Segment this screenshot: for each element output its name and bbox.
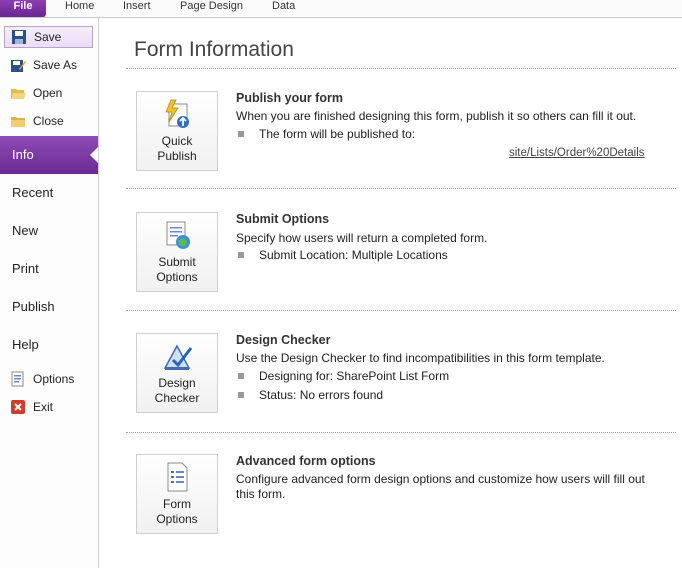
save-as-command[interactable]: Save As: [4, 54, 92, 76]
save-as-label: Save As: [33, 58, 78, 72]
design-checker-label-2: Checker: [154, 391, 200, 405]
tab-data[interactable]: Data: [272, 0, 295, 17]
publish-heading: Publish your form: [236, 91, 343, 105]
nav-tab-help[interactable]: Help: [0, 326, 98, 364]
save-label: Save: [34, 30, 62, 44]
design-checker-heading: Design Checker: [236, 333, 331, 347]
tab-file[interactable]: File: [0, 0, 46, 17]
submit-options-label-2: Options: [156, 270, 198, 284]
nav-tab-info[interactable]: Info: [0, 136, 98, 174]
submit-options-icon: [161, 219, 193, 251]
open-command[interactable]: Open: [4, 82, 92, 104]
publish-bullet-text: The form will be published to:: [259, 127, 416, 141]
options-icon: [10, 371, 26, 387]
status-bullet: Status: No errors found: [238, 388, 383, 402]
divider: [126, 68, 676, 69]
publish-location-url: site/Lists/Order%20Details: [509, 147, 645, 159]
publish-bullet: The form will be published to:: [238, 127, 415, 141]
publish-description: When you are finished designing this for…: [236, 109, 637, 123]
folder-open-icon: [10, 85, 26, 101]
ribbon-tab-bar: File Home Insert Page Design Data: [0, 0, 682, 18]
design-checker-button[interactable]: Design Checker: [136, 333, 218, 413]
submit-options-button[interactable]: Submit Options: [136, 212, 218, 292]
open-label: Open: [33, 86, 63, 100]
submit-options-heading: Submit Options: [236, 212, 330, 226]
save-command[interactable]: Save: [4, 26, 93, 48]
page-title: Form Information: [134, 38, 294, 61]
nav-tab-recent[interactable]: Recent: [0, 174, 98, 212]
quick-publish-label-1: Quick: [161, 134, 193, 148]
close-command[interactable]: Close: [4, 110, 92, 132]
form-options-label-2: Options: [156, 512, 198, 526]
submit-options-description: Specify how users will return a complete…: [236, 231, 488, 245]
exit-command[interactable]: Exit: [4, 396, 92, 418]
quick-publish-icon: [161, 98, 193, 130]
advanced-options-heading: Advanced form options: [236, 454, 376, 468]
exit-label: Exit: [33, 400, 54, 414]
design-checker-label-1: Design: [158, 376, 196, 390]
form-options-icon: [161, 461, 193, 493]
options-command[interactable]: Options: [4, 368, 92, 390]
form-options-button[interactable]: Form Options: [136, 454, 218, 534]
folder-close-icon: [10, 113, 26, 129]
nav-tab-new[interactable]: New: [0, 212, 98, 250]
nav-tab-publish[interactable]: Publish: [0, 288, 98, 326]
tab-home[interactable]: Home: [65, 0, 94, 17]
close-label: Close: [33, 114, 64, 128]
submit-location-bullet: Submit Location: Multiple Locations: [238, 248, 448, 262]
options-label: Options: [33, 372, 75, 386]
design-checker-description: Use the Design Checker to find incompati…: [236, 351, 605, 365]
tab-page-design[interactable]: Page Design: [180, 0, 243, 17]
publish-location-link[interactable]: site/Lists/Order%20Details: [261, 147, 645, 159]
quick-publish-label-2: Publish: [157, 149, 197, 163]
exit-icon: [10, 399, 26, 415]
tab-insert[interactable]: Insert: [123, 0, 151, 17]
backstage-nav: Save Save As Open Close Info Recent New …: [0, 18, 99, 568]
divider: [126, 310, 676, 311]
advanced-options-description: Configure advanced form design options a…: [236, 472, 645, 501]
designing-for-bullet: Designing for: SharePoint List Form: [238, 369, 449, 383]
divider: [126, 432, 676, 433]
divider: [126, 188, 676, 189]
save-icon: [11, 29, 27, 45]
quick-publish-button[interactable]: Quick Publish: [136, 91, 218, 171]
designing-for-text: Designing for: SharePoint List Form: [259, 369, 450, 383]
save-as-icon: [10, 57, 26, 73]
status-text: Status: No errors found: [259, 388, 384, 402]
submit-location-text: Submit Location: Multiple Locations: [259, 248, 448, 262]
form-options-label-1: Form: [163, 497, 191, 511]
nav-tab-print[interactable]: Print: [0, 250, 98, 288]
design-checker-icon: [161, 340, 193, 372]
submit-options-label-1: Submit: [158, 255, 196, 269]
